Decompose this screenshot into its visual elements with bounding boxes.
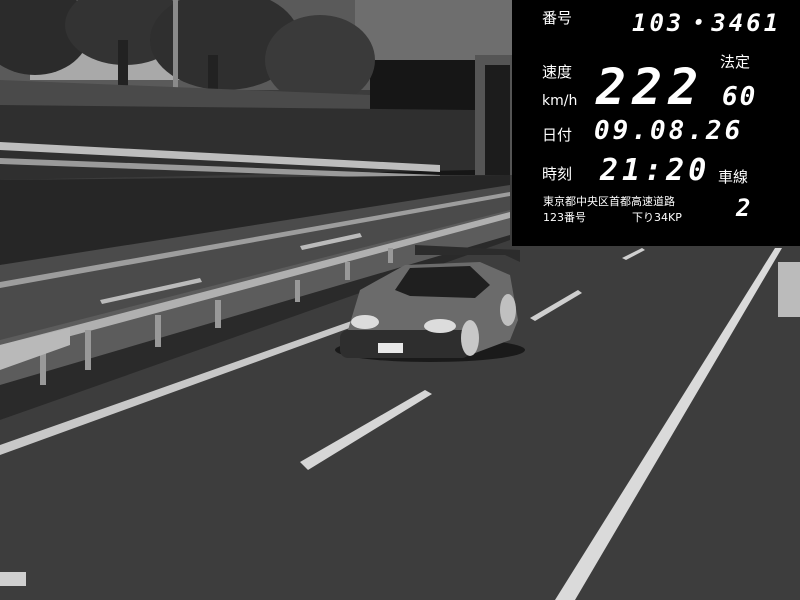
date-label: 日付	[542, 126, 573, 144]
plate-label: 番号	[542, 9, 573, 27]
overpass-deck	[355, 0, 515, 60]
speed-camera-panel: 番号 103・3461 速度 km/h 222 法定 60 日付 09.08.2…	[512, 0, 800, 246]
limit-label: 法定	[720, 53, 751, 71]
speed-unit: km/h	[542, 93, 578, 109]
lane-label: 車線	[718, 168, 749, 186]
date-value: 09.08.26	[594, 116, 744, 146]
time-label: 時刻	[542, 165, 573, 183]
direction-kp: 下り34KP	[632, 211, 682, 224]
limit-value: 60	[722, 82, 758, 112]
tunnel-opening-right	[485, 65, 510, 175]
speed-label: 速度	[542, 63, 573, 81]
route-number: 123番号	[543, 211, 586, 224]
plate-number: 103・3461	[632, 9, 782, 37]
road-name: 東京都中央区首都高速道路	[543, 195, 675, 208]
other-vehicle	[778, 262, 800, 317]
lane-value: 2	[736, 194, 753, 222]
speed-value: 222	[596, 58, 705, 116]
time-value: 21:20	[600, 153, 711, 188]
road-marking	[0, 572, 26, 586]
game-viewport: 番号 103・3461 速度 km/h 222 法定 60 日付 09.08.2…	[0, 0, 800, 600]
